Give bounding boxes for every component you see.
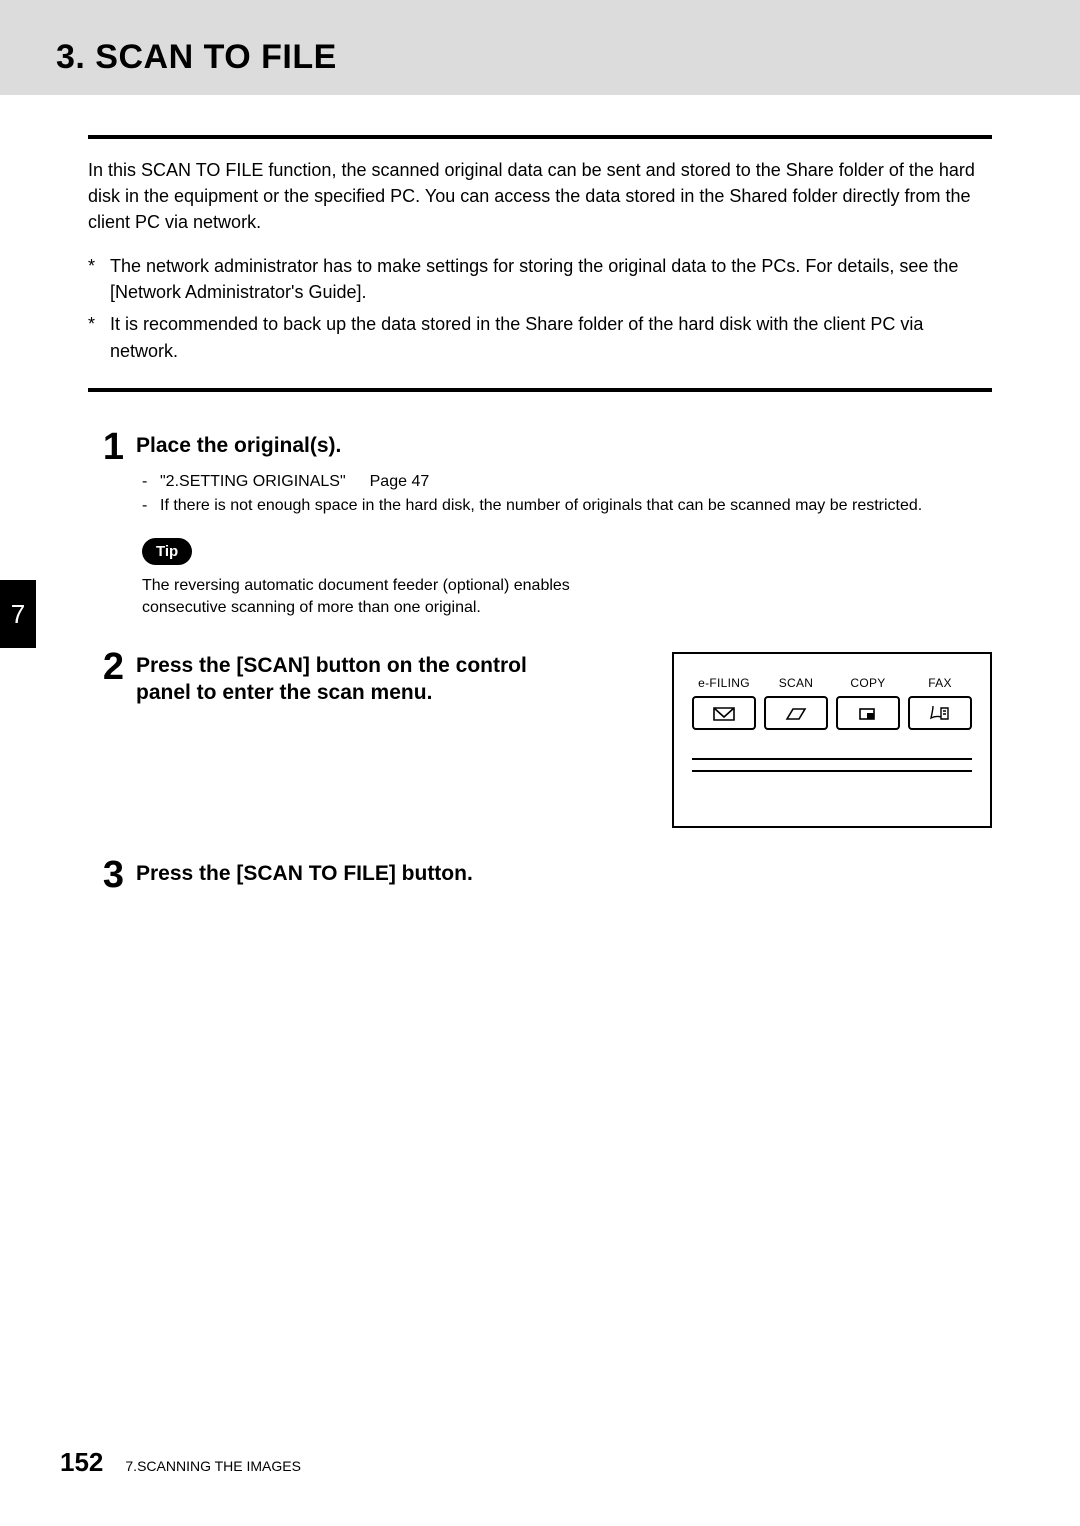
step-2-row: 2 Press the [SCAN] button on the control… [88, 648, 992, 828]
step-3: 3 Press the [SCAN TO FILE] button. [88, 856, 992, 899]
note-item: * The network administrator has to make … [88, 253, 992, 305]
panel-label: SCAN [764, 676, 828, 690]
page-footer: 152 7.SCANNING THE IMAGES [0, 1447, 301, 1478]
subitem-text: If there is not enough space in the hard… [160, 495, 922, 517]
step-subitem: - If there is not enough space in the ha… [142, 495, 992, 517]
section-title: 3. SCAN TO FILE [56, 38, 1080, 77]
dash-icon: - [142, 495, 160, 517]
ref-label: "2.SETTING ORIGINALS" [160, 471, 346, 493]
step-number: 3 [88, 856, 124, 899]
divider-top [88, 135, 992, 139]
step-title: Press the [SCAN TO FILE] button. [136, 860, 992, 887]
panel-label: COPY [836, 676, 900, 690]
copy-icon [836, 696, 900, 730]
panel-fax-button: FAX [908, 676, 972, 730]
efiling-icon [692, 696, 756, 730]
step-1: 1 Place the original(s). - "2.SETTING OR… [88, 428, 992, 620]
note-text: It is recommended to back up the data st… [110, 311, 992, 363]
note-text: The network administrator has to make se… [110, 253, 992, 305]
step-subitem: - "2.SETTING ORIGINALS" Page 47 [142, 471, 992, 493]
scan-icon [764, 696, 828, 730]
intro-paragraph: In this SCAN TO FILE function, the scann… [88, 157, 992, 235]
steps-list: 1 Place the original(s). - "2.SETTING OR… [88, 428, 992, 899]
control-panel-diagram: e-FILING SCAN COPY [672, 652, 992, 828]
notes-list: * The network administrator has to make … [88, 253, 992, 363]
asterisk-icon: * [88, 311, 110, 363]
panel-copy-button: COPY [836, 676, 900, 730]
chapter-tab: 7 [0, 580, 36, 648]
panel-label: FAX [908, 676, 972, 690]
divider-bottom [88, 388, 992, 392]
panel-efiling-button: e-FILING [692, 676, 756, 730]
step-title: Press the [SCAN] button on the control p… [136, 652, 556, 707]
tip-badge: Tip [142, 538, 192, 565]
step-title: Place the original(s). [136, 432, 992, 459]
panel-label: e-FILING [692, 676, 756, 690]
page-number: 152 [60, 1447, 103, 1478]
note-item: * It is recommended to back up the data … [88, 311, 992, 363]
footer-chapter: 7.SCANNING THE IMAGES [125, 1458, 301, 1474]
step-number: 1 [88, 428, 124, 620]
cross-reference: "2.SETTING ORIGINALS" Page 47 [160, 471, 429, 493]
tip-text: The reversing automatic document feeder … [142, 575, 622, 620]
asterisk-icon: * [88, 253, 110, 305]
panel-scan-button: SCAN [764, 676, 828, 730]
page-content: In this SCAN TO FILE function, the scann… [0, 95, 1080, 899]
dash-icon: - [142, 471, 160, 493]
chapter-tab-number: 7 [11, 599, 25, 630]
panel-display-bar [692, 758, 972, 772]
step-number: 2 [88, 648, 124, 719]
fax-icon [908, 696, 972, 730]
ref-page: Page 47 [370, 471, 430, 493]
section-header: 3. SCAN TO FILE [0, 0, 1080, 95]
